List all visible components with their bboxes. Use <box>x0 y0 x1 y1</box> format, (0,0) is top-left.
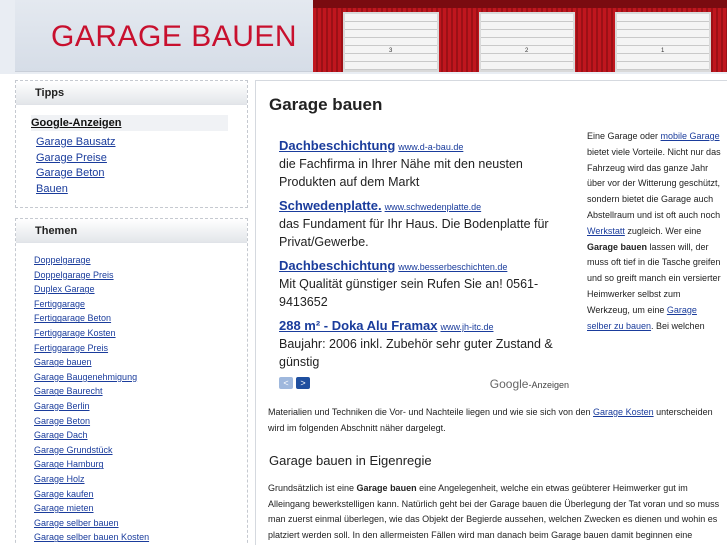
chevron-left-icon[interactable]: < <box>279 377 293 389</box>
ad-item: Dachbeschichtung www.besserbeschichten.de… <box>279 257 569 311</box>
header: GARAGE BAUEN 3 2 1 <box>0 0 727 74</box>
tips-link[interactable]: Garage Preise <box>36 151 247 167</box>
ad-text: die Fachfirma in Ihrer Nähe mit den neus… <box>279 157 523 189</box>
site-title[interactable]: GARAGE BAUEN <box>51 20 297 54</box>
intro-text: zugleich. Wer eine <box>624 225 702 236</box>
ad-navigation: < > Google-Anzeigen <box>279 377 569 391</box>
intro-text: Materialien und Techniken die Vor- und N… <box>268 407 594 417</box>
door-number: 2 <box>525 48 529 54</box>
themen-link[interactable]: Fertiggarage <box>34 297 247 312</box>
themen-link[interactable]: Garage Beton <box>34 414 247 429</box>
tips-link[interactable]: Bauen <box>36 182 247 198</box>
themen-list: Doppelgarage Doppelgarage Preis Duplex G… <box>16 243 247 545</box>
intro-text: lassen will, der muss oft tief in die Ta… <box>587 241 721 315</box>
ad-item: Schwedenplatte. www.schwedenplatte.de das… <box>279 197 569 251</box>
door-number: 3 <box>389 48 393 54</box>
ad-text: Baujahr: 2006 inkl. Zubehör sehr guter Z… <box>279 337 553 369</box>
ad-item: 288 m² - Doka Alu Framax www.jh-itc.de Ba… <box>279 317 569 371</box>
header-banner: GARAGE BAUEN 3 2 1 <box>15 0 727 72</box>
mobile-garage-link[interactable]: mobile Garage <box>661 131 720 141</box>
tips-link[interactable]: Garage Beton <box>36 166 247 182</box>
themen-link[interactable]: Doppelgarage <box>34 253 247 268</box>
ad-url-link[interactable]: www.d-a-bau.de <box>398 142 463 152</box>
ad-url-link[interactable]: www.besserbeschichten.de <box>398 262 507 272</box>
ad-url-link[interactable]: www.jh-itc.de <box>440 322 493 332</box>
left-column: Tipps Google-Anzeigen Garage Bausatz Gar… <box>15 80 248 545</box>
ad-title-link[interactable]: Dachbeschichtung <box>279 138 395 153</box>
section-paragraph: Grundsätzlich ist eine Garage bauen eine… <box>268 481 723 545</box>
main-content: Garage bauen Dachbeschichtung www.d-a-bau… <box>255 80 727 545</box>
garage-door: 3 <box>343 12 439 72</box>
themen-link[interactable]: Duplex Garage <box>34 282 247 297</box>
paragraph-text: Grundsätzlich ist eine <box>268 483 357 493</box>
ad-url-link[interactable]: www.schwedenplatte.de <box>385 202 482 212</box>
themen-link[interactable]: Fertiggarage Kosten <box>34 326 247 341</box>
intro-paragraph-continued: Materialien und Techniken die Vor- und N… <box>268 405 723 437</box>
garage-kosten-link[interactable]: Garage Kosten <box>593 407 654 417</box>
themen-box: Themen Doppelgarage Doppelgarage Preis D… <box>15 218 248 545</box>
themen-link[interactable]: Garage Baurecht <box>34 384 247 399</box>
garage-door: 2 <box>479 12 575 72</box>
intro-text: bietet viele Vorteile. Nicht nur das Fah… <box>587 146 721 220</box>
ad-title-link[interactable]: Dachbeschichtung <box>279 258 395 273</box>
themen-link[interactable]: Garage selber bauen Kosten <box>34 530 247 545</box>
tips-title: Tipps <box>16 81 247 105</box>
ad-title-link[interactable]: 288 m² - Doka Alu Framax <box>279 318 437 333</box>
google-logo: Google <box>489 377 529 391</box>
themen-link[interactable]: Fertiggarage Preis <box>34 341 247 356</box>
page-title: Garage bauen <box>269 95 383 114</box>
intro-paragraph: Eine Garage oder mobile Garage bietet vi… <box>587 129 723 334</box>
ad-title-link[interactable]: Schwedenplatte. <box>279 198 382 213</box>
themen-link[interactable]: Garage Baugenehmigung <box>34 370 247 385</box>
themen-link[interactable]: Garage mieten <box>34 501 247 516</box>
google-ads-suffix: -Anzeigen <box>528 380 569 390</box>
tips-links: Garage Bausatz Garage Preise Garage Beto… <box>16 131 247 205</box>
bold-keyword: Garage bauen <box>356 483 417 493</box>
google-ads-heading[interactable]: Google-Anzeigen <box>31 115 228 131</box>
werkstatt-link[interactable]: Werkstatt <box>587 226 625 236</box>
themen-link[interactable]: Garage Grundstück <box>34 443 247 458</box>
tips-box: Tipps Google-Anzeigen Garage Bausatz Gar… <box>15 80 248 208</box>
themen-link[interactable]: Garage Hamburg <box>34 457 247 472</box>
garage-roof <box>313 0 727 8</box>
tips-link[interactable]: Garage Bausatz <box>36 135 247 151</box>
themen-link[interactable]: Garage bauen <box>34 355 247 370</box>
bold-keyword: Garage bauen <box>587 241 648 252</box>
themen-link[interactable]: Garage Holz <box>34 472 247 487</box>
door-number: 1 <box>661 48 665 54</box>
themen-link[interactable]: Doppelgarage Preis <box>34 268 247 283</box>
themen-title: Themen <box>16 219 247 243</box>
ad-item: Dachbeschichtung www.d-a-bau.de die Fachf… <box>279 137 569 191</box>
intro-text: . Bei welchen <box>651 320 705 331</box>
themen-link[interactable]: Garage selber bauen <box>34 516 247 531</box>
ad-text: Mit Qualität günstiger sein Rufen Sie an… <box>279 277 539 309</box>
chevron-right-icon[interactable]: > <box>296 377 310 389</box>
google-ads-block: Dachbeschichtung www.d-a-bau.de die Fachf… <box>279 137 569 377</box>
ad-text: das Fundament für Ihr Haus. Die Bodenpla… <box>279 217 549 249</box>
garage-door: 1 <box>615 12 711 72</box>
google-ads-label[interactable]: Google-Anzeigen <box>490 377 569 391</box>
section-heading: Garage bauen in Eigenregie <box>269 453 432 468</box>
intro-text: Eine Garage oder <box>587 131 661 141</box>
garage-image: 3 2 1 <box>313 0 727 72</box>
themen-link[interactable]: Garage kaufen <box>34 487 247 502</box>
themen-link[interactable]: Garage Dach <box>34 428 247 443</box>
themen-link[interactable]: Garage Berlin <box>34 399 247 414</box>
themen-link[interactable]: Fertiggarage Beton <box>34 311 247 326</box>
